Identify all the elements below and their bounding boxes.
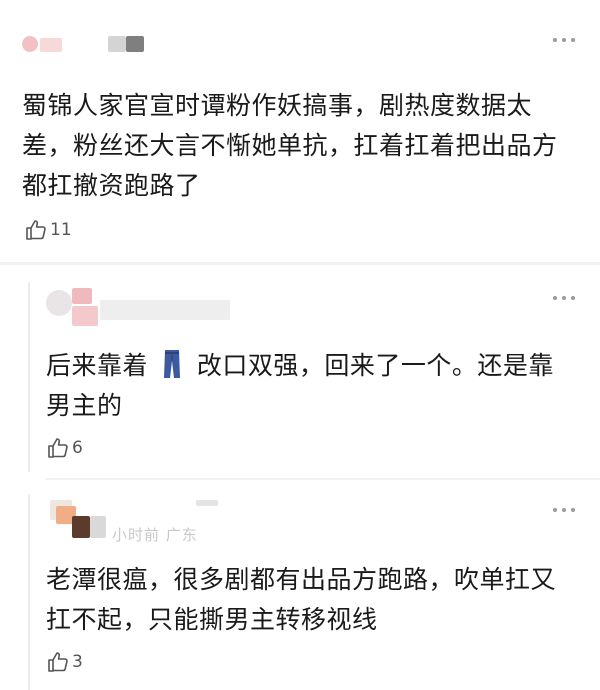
- reply-text: 老潭很瘟，很多剧都有出品方跑路，吹单扛又扛不起，只能撕男主转移视线: [46, 565, 557, 634]
- thumbs-up-icon: [48, 652, 68, 672]
- reply-meta: 小时前 广东: [112, 526, 198, 544]
- thumbs-up-icon: [26, 220, 46, 240]
- username-blur-3: [100, 300, 230, 320]
- comment-text: 蜀锦人家官宣时谭粉作妖搞事，剧热度数据太差，粉丝还大言不惭她单抗，扛着扛着把出品…: [22, 91, 558, 200]
- username-blur-2: [72, 306, 98, 326]
- reply-text: 后来靠着 改口双强，回来了一个。还是靠男主的: [46, 346, 566, 426]
- thread-line: [28, 494, 30, 690]
- like-count: 11: [50, 220, 72, 240]
- more-options-button[interactable]: [553, 508, 575, 512]
- username-blur-2: [108, 36, 126, 52]
- more-dots-icon: [553, 296, 557, 300]
- like-count: 6: [72, 438, 83, 458]
- avatar-4: [90, 516, 106, 538]
- more-options-button[interactable]: [553, 296, 575, 300]
- like-button[interactable]: 6: [46, 436, 83, 460]
- username-blur: [196, 500, 218, 506]
- username-blur[interactable]: [72, 288, 92, 304]
- reply-text-before: 后来靠着: [46, 351, 149, 380]
- avatar[interactable]: [22, 36, 38, 52]
- like-button[interactable]: 11: [24, 218, 72, 242]
- avatar[interactable]: [46, 290, 72, 316]
- divider: [46, 478, 600, 480]
- thread-line: [28, 282, 30, 472]
- avatar-3: [72, 516, 90, 538]
- username-blur[interactable]: [40, 38, 62, 52]
- divider: [0, 262, 600, 265]
- username-blur-3: [126, 36, 144, 52]
- like-count: 3: [72, 652, 83, 672]
- thumbs-up-icon: [48, 438, 68, 458]
- more-dots-icon: [553, 38, 557, 42]
- like-button[interactable]: 3: [46, 650, 83, 674]
- jeans-icon: [164, 350, 181, 378]
- more-options-button[interactable]: [553, 38, 575, 42]
- more-dots-icon: [553, 508, 557, 512]
